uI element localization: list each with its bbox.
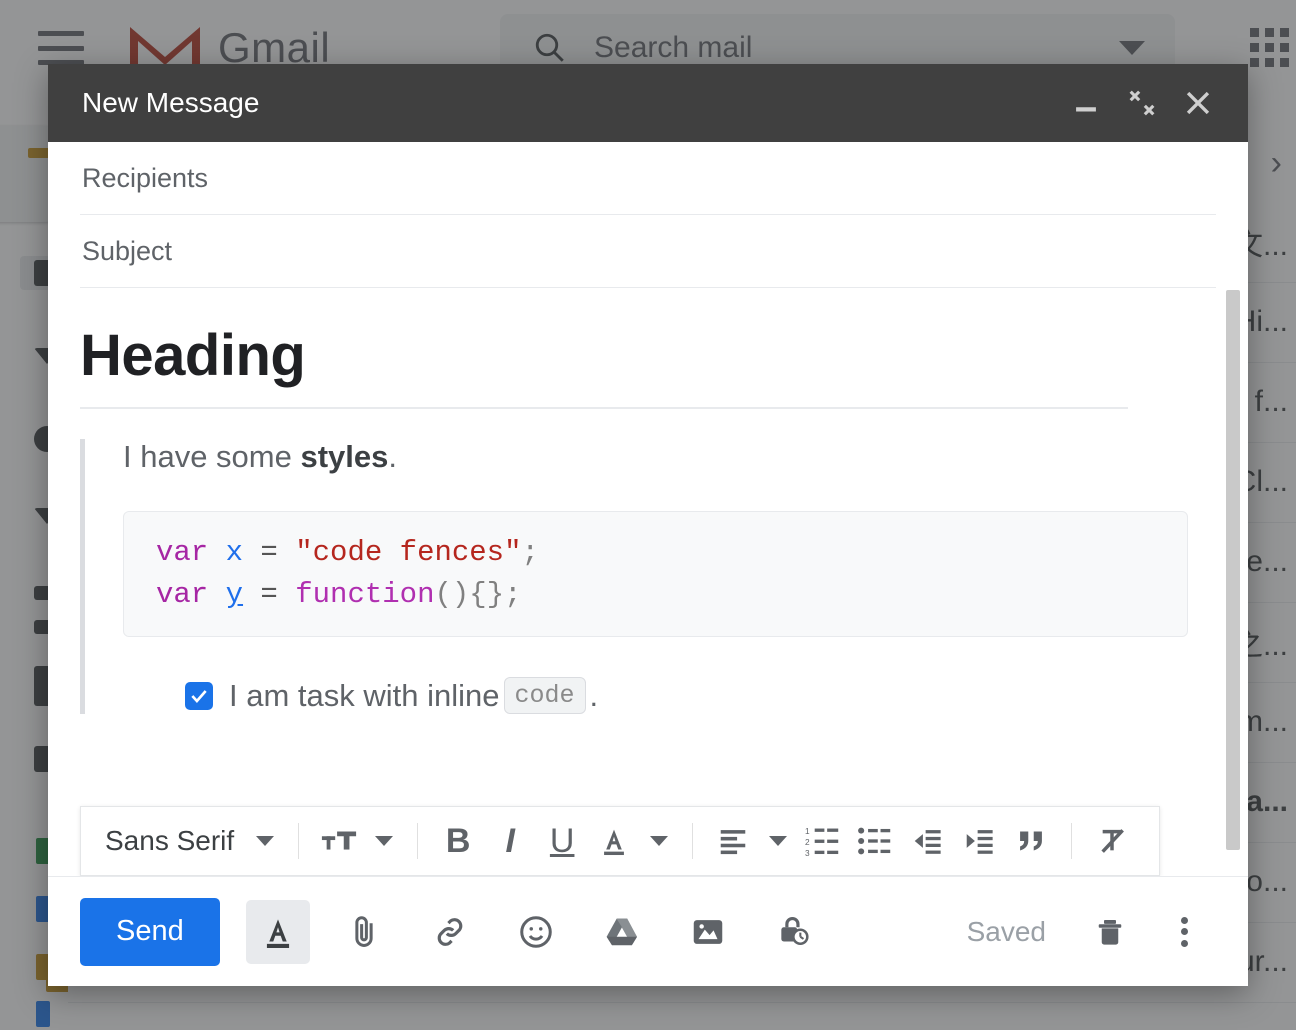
font-size-button[interactable] (313, 815, 365, 867)
insert-photo-icon (693, 919, 722, 944)
insert-link-button[interactable] (418, 900, 482, 964)
code-token: "code fences" (295, 536, 522, 569)
numbered-list-button[interactable]: 1 2 3 (797, 815, 849, 867)
blockquote: I have some styles. var x = "code fences… (80, 439, 1188, 715)
code-line: var x = "code fences"; (156, 532, 1155, 574)
code-line: var y = function(){}; (156, 574, 1155, 616)
task-text-before: I am task with inline (229, 677, 500, 713)
bulleted-list-button[interactable] (849, 815, 901, 867)
minimize-icon[interactable] (1058, 75, 1114, 131)
formatting-options-icon (266, 918, 289, 948)
compose-body-wrap: Heading I have some styles. var x = "cod… (48, 288, 1248, 876)
close-icon[interactable] (1170, 75, 1226, 131)
compose-action-bar: Send Saved (48, 876, 1248, 986)
decrease-indent-button[interactable] (901, 815, 953, 867)
save-status: Saved (966, 915, 1046, 947)
code-token: x (225, 536, 244, 569)
recipients-input[interactable] (80, 161, 1216, 195)
message-body-editor[interactable]: Heading I have some styles. var x = "cod… (48, 288, 1248, 876)
paragraph-text-plain: I have some (123, 439, 301, 474)
insert-photo-button[interactable] (676, 900, 740, 964)
horizontal-rule (80, 407, 1128, 409)
task-list-item: I am task with inline code. (185, 677, 1188, 715)
text-color-button[interactable] (588, 815, 640, 867)
divider (417, 823, 419, 859)
chevron-down-icon[interactable] (256, 836, 275, 846)
code-token: (){}; (434, 578, 522, 612)
insert-emoji-button[interactable] (504, 900, 568, 964)
paragraph-text-tail: . (388, 439, 398, 474)
formatting-options-button[interactable] (245, 899, 310, 964)
code-token: ; (521, 536, 539, 569)
attach-file-button[interactable] (332, 900, 396, 964)
code-token: var (156, 578, 209, 612)
svg-text:2: 2 (805, 837, 810, 847)
subject-input[interactable] (80, 234, 1216, 268)
insert-link-icon (437, 917, 463, 946)
screen: Gmail Search mail (0, 0, 1296, 1030)
chevron-down-icon[interactable] (375, 836, 394, 846)
code-token: y (225, 578, 244, 612)
insert-emoji-icon (519, 915, 552, 948)
divider (692, 823, 694, 859)
align-button[interactable] (707, 815, 759, 867)
divider (1071, 823, 1073, 859)
subject-field-row[interactable] (80, 215, 1216, 288)
recipients-field-row[interactable] (80, 142, 1216, 215)
code-token: var (156, 536, 209, 569)
underline-button[interactable]: U (536, 815, 588, 867)
code-block: var x = "code fences"; var y = function()… (123, 511, 1188, 638)
compose-title: New Message (82, 87, 260, 118)
compose-window: New Message Recipients Subject Heading I… (48, 64, 1248, 986)
chevron-down-icon[interactable] (650, 836, 669, 846)
bold-icon: B (445, 822, 471, 860)
body-heading: Heading (80, 323, 306, 388)
google-drive-button[interactable] (590, 900, 654, 964)
body-scrollbar[interactable] (1226, 290, 1240, 850)
underline-icon: U (549, 822, 575, 860)
remove-formatting-button[interactable] (1086, 815, 1138, 867)
attach-file-icon (355, 915, 373, 947)
trash-icon (1098, 919, 1122, 945)
compose-header: New Message (48, 64, 1248, 142)
more-options-icon (1180, 916, 1188, 947)
confidential-mode-button[interactable] (762, 900, 826, 964)
formatting-toolbar: Sans Serif B I U 1 2 3 (80, 806, 1160, 876)
quote-button[interactable] (1005, 815, 1057, 867)
discard-draft-button[interactable] (1078, 900, 1142, 964)
chevron-down-icon[interactable] (769, 836, 788, 846)
code-token: = (243, 578, 296, 612)
italic-icon: I (505, 822, 515, 860)
font-family-dropdown[interactable]: Sans Serif (105, 825, 234, 857)
task-text-after: . (589, 677, 599, 713)
send-button[interactable]: Send (80, 897, 220, 966)
google-drive-icon (606, 918, 637, 945)
exit-full-screen-icon[interactable] (1114, 75, 1170, 131)
blockquote-paragraph: I have some styles. (123, 439, 1188, 475)
italic-button[interactable]: I (484, 815, 536, 867)
paragraph-text-bold: styles (300, 439, 389, 474)
increase-indent-button[interactable] (953, 815, 1005, 867)
svg-text:3: 3 (805, 848, 810, 857)
task-checkbox[interactable] (185, 681, 213, 710)
more-options-button[interactable] (1152, 900, 1216, 964)
confidential-mode-icon (781, 916, 809, 945)
divider (298, 823, 300, 859)
inline-code: code (503, 677, 586, 715)
svg-text:1: 1 (805, 826, 810, 836)
code-token: function (295, 578, 435, 612)
bold-button[interactable]: B (432, 815, 484, 867)
code-token: = (243, 536, 296, 569)
